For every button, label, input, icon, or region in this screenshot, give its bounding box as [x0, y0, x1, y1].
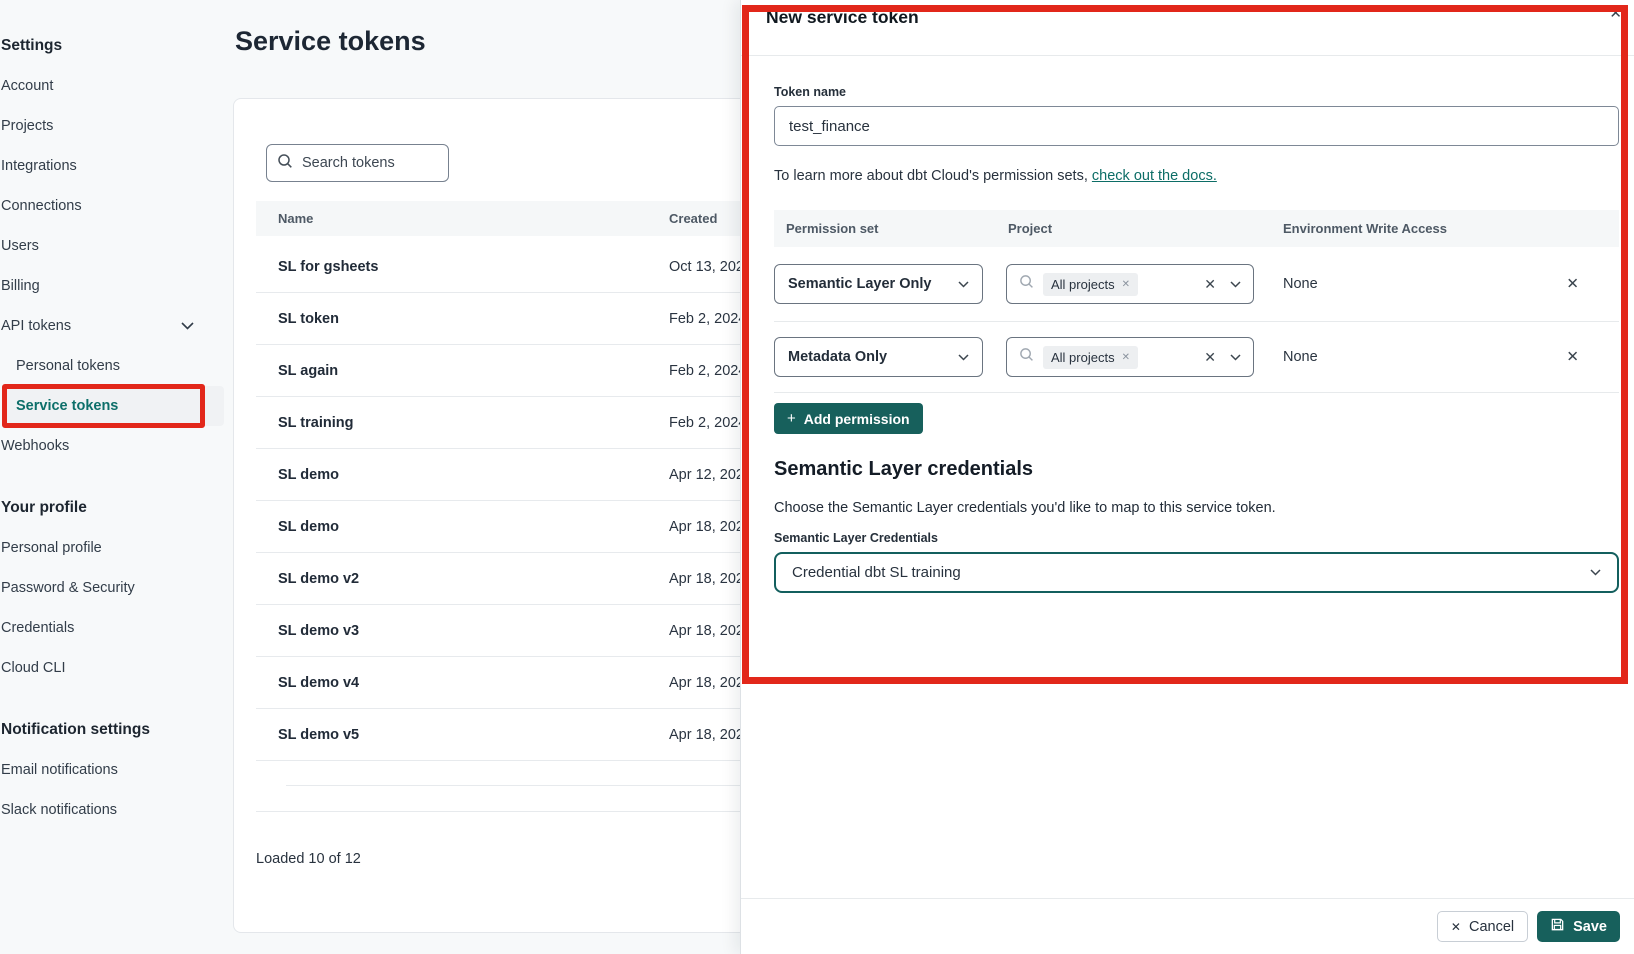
credentials-selected-value: Credential dbt SL training: [792, 564, 961, 581]
chevron-down-icon: [1590, 569, 1601, 576]
chip-remove-icon[interactable]: ✕: [1122, 279, 1130, 290]
semantic-layer-credentials-heading: Semantic Layer credentials: [774, 458, 1033, 481]
permission-set-select[interactable]: Semantic Layer Only: [774, 264, 983, 304]
column-header-environment-write-access: Environment Write Access: [1283, 221, 1619, 236]
save-label: Save: [1573, 919, 1607, 935]
permission-row: Semantic Layer Only All projects ✕ ✕: [774, 247, 1619, 322]
sidebar-item-password-security[interactable]: Password & Security: [0, 568, 218, 608]
clear-selection-icon[interactable]: ✕: [1204, 349, 1216, 366]
chevron-down-icon: [181, 318, 194, 334]
token-name-cell: SL for gsheets: [256, 259, 669, 275]
sidebar-section-settings: Settings: [0, 26, 218, 66]
token-name-input[interactable]: [774, 106, 1619, 146]
sidebar-item-service-tokens[interactable]: Service tokens: [0, 386, 218, 426]
permission-set-select[interactable]: Metadata Only: [774, 337, 983, 377]
chevron-down-icon: [958, 354, 969, 361]
token-name-cell: SL demo: [256, 519, 669, 535]
search-icon: [1019, 274, 1034, 294]
add-permission-button[interactable]: + Add permission: [774, 403, 923, 434]
sidebar-item-personal-profile[interactable]: Personal profile: [0, 528, 218, 568]
remove-permission-icon[interactable]: ✕: [1566, 277, 1579, 292]
semantic-layer-credentials-description: Choose the Semantic Layer credentials yo…: [774, 500, 1276, 516]
token-name-cell: SL training: [256, 415, 669, 431]
docs-text: To learn more about dbt Cloud's permissi…: [774, 168, 1092, 184]
sidebar-item-cloud-cli[interactable]: Cloud CLI: [0, 648, 218, 688]
sidebar-item-users[interactable]: Users: [0, 226, 218, 266]
project-chip-label: All projects: [1051, 350, 1115, 365]
project-multiselect[interactable]: All projects ✕ ✕: [1006, 264, 1254, 304]
token-name-cell: SL demo v5: [256, 727, 669, 743]
search-icon: [277, 153, 293, 174]
project-chip: All projects ✕: [1043, 346, 1138, 369]
permission-set-value: Semantic Layer Only: [788, 276, 931, 292]
cancel-button[interactable]: ✕ Cancel: [1437, 911, 1528, 942]
token-name-cell: SL demo v2: [256, 571, 669, 587]
add-permission-label: Add permission: [804, 411, 910, 427]
page-title: Service tokens: [235, 26, 426, 57]
sidebar-item-slack-notifications[interactable]: Slack notifications: [0, 790, 218, 830]
token-name-label: Token name: [774, 85, 846, 99]
sidebar-item-projects[interactable]: Projects: [0, 106, 218, 146]
sidebar-item-label: Service tokens: [16, 398, 118, 414]
token-name-cell: SL demo: [256, 467, 669, 483]
settings-sidebar: Settings Account Projects Integrations C…: [0, 0, 218, 954]
search-input[interactable]: [302, 155, 438, 171]
permission-row: Metadata Only All projects ✕ ✕: [774, 322, 1619, 393]
sidebar-item-integrations[interactable]: Integrations: [0, 146, 218, 186]
drawer-header-divider: [741, 55, 1634, 56]
close-icon[interactable]: ✕: [1609, 6, 1622, 21]
sidebar-item-connections[interactable]: Connections: [0, 186, 218, 226]
permissions-grid: Permission set Project Environment Write…: [774, 210, 1619, 393]
save-icon: [1550, 917, 1573, 936]
remove-permission-icon[interactable]: ✕: [1566, 350, 1579, 365]
chevron-down-icon[interactable]: [1230, 354, 1241, 361]
sidebar-item-billing[interactable]: Billing: [0, 266, 218, 306]
sidebar-item-account[interactable]: Account: [0, 66, 218, 106]
docs-helper-text: To learn more about dbt Cloud's permissi…: [774, 168, 1217, 184]
chevron-down-icon[interactable]: [1230, 281, 1241, 288]
column-header-project: Project: [1008, 221, 1283, 236]
semantic-layer-credentials-label: Semantic Layer Credentials: [774, 531, 938, 545]
load-status: Loaded 10 of 12: [256, 851, 361, 867]
search-icon: [1019, 347, 1034, 367]
project-chip-label: All projects: [1051, 277, 1115, 292]
sidebar-item-credentials[interactable]: Credentials: [0, 608, 218, 648]
cancel-label: Cancel: [1469, 919, 1514, 935]
chip-remove-icon[interactable]: ✕: [1122, 352, 1130, 363]
drawer-title: New service token: [766, 7, 919, 28]
new-service-token-drawer: New service token ✕ Token name To learn …: [740, 0, 1634, 954]
token-name-cell: SL demo v4: [256, 675, 669, 691]
sidebar-item-api-tokens[interactable]: API tokens: [0, 306, 218, 346]
token-name-cell: SL demo v3: [256, 623, 669, 639]
permissions-header-row: Permission set Project Environment Write…: [774, 210, 1619, 247]
chevron-down-icon: [958, 281, 969, 288]
sidebar-item-label: API tokens: [1, 318, 71, 334]
docs-link[interactable]: check out the docs.: [1092, 168, 1217, 184]
save-button[interactable]: Save: [1537, 911, 1620, 942]
sidebar-item-webhooks[interactable]: Webhooks: [0, 426, 218, 466]
close-icon: ✕: [1451, 920, 1461, 934]
project-chip: All projects ✕: [1043, 273, 1138, 296]
plus-icon: +: [787, 410, 796, 427]
search-tokens-box: [266, 144, 449, 182]
sidebar-section-notification-settings: Notification settings: [0, 710, 218, 750]
semantic-layer-credentials-select[interactable]: Credential dbt SL training: [774, 552, 1619, 593]
column-header-name: Name: [256, 211, 669, 226]
permission-set-value: Metadata Only: [788, 349, 887, 365]
project-multiselect[interactable]: All projects ✕ ✕: [1006, 337, 1254, 377]
token-name-cell: SL token: [256, 311, 669, 327]
sidebar-section-your-profile: Your profile: [0, 488, 218, 528]
sidebar-item-personal-tokens[interactable]: Personal tokens: [0, 346, 218, 386]
drawer-footer: ✕ Cancel Save: [741, 898, 1634, 954]
sidebar-item-email-notifications[interactable]: Email notifications: [0, 750, 218, 790]
clear-selection-icon[interactable]: ✕: [1204, 276, 1216, 293]
column-header-permission-set: Permission set: [774, 221, 1008, 236]
token-name-cell: SL again: [256, 363, 669, 379]
